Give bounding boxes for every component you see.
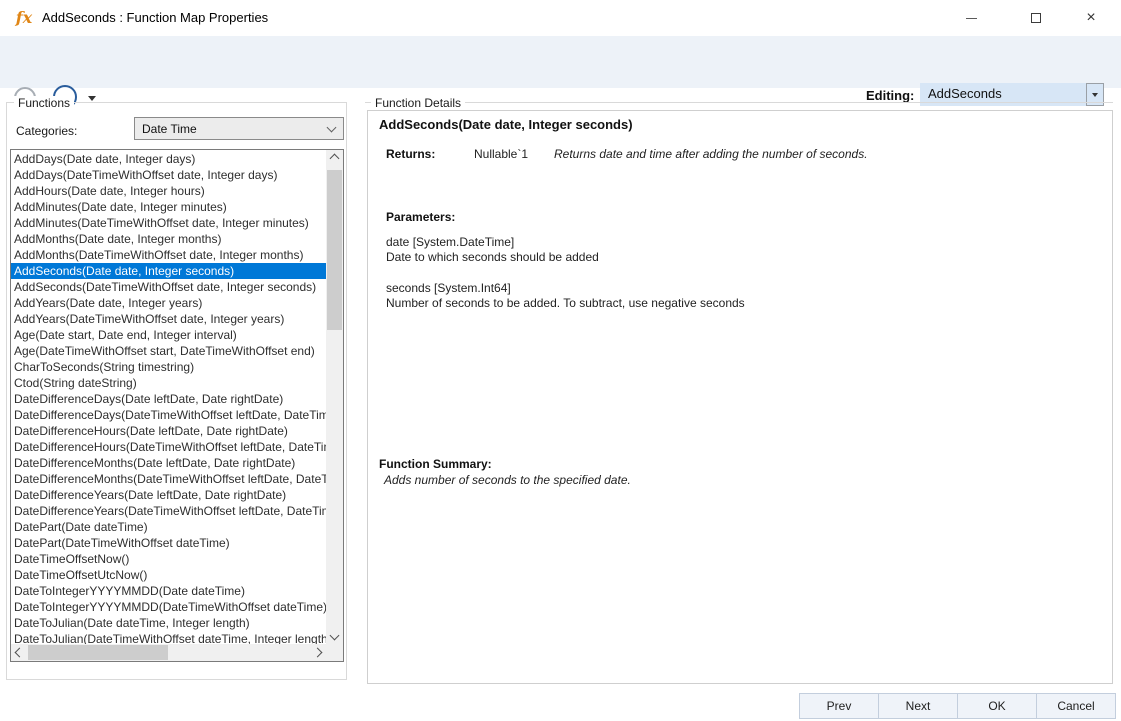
toolbar: ← → Editing: AddSeconds bbox=[0, 36, 1121, 88]
returns-description: Returns date and time after adding the n… bbox=[554, 147, 868, 161]
list-item[interactable]: AddMonths(DateTimeWithOffset date, Integ… bbox=[11, 247, 326, 263]
horizontal-scrollbar-thumb[interactable] bbox=[28, 645, 168, 660]
function-summary-label: Function Summary: bbox=[379, 457, 492, 471]
list-item[interactable]: Age(Date start, Date end, Integer interv… bbox=[11, 327, 326, 343]
function-summary-text: Adds number of seconds to the specified … bbox=[384, 473, 631, 487]
list-item[interactable]: AddMinutes(Date date, Integer minutes) bbox=[11, 199, 326, 215]
footer-button-bar: PrevNextOKCancel bbox=[799, 693, 1116, 719]
close-icon: × bbox=[1086, 10, 1095, 26]
list-item[interactable]: DateDifferenceYears(DateTimeWithOffset l… bbox=[11, 503, 326, 519]
vertical-scrollbar[interactable] bbox=[326, 150, 343, 644]
list-item[interactable]: AddMinutes(DateTimeWithOffset date, Inte… bbox=[11, 215, 326, 231]
categories-combobox[interactable]: Date Time bbox=[134, 117, 344, 140]
list-item[interactable]: AddHours(Date date, Integer hours) bbox=[11, 183, 326, 199]
function-list: AddDays(Date date, Integer days)AddDays(… bbox=[11, 151, 326, 644]
editing-label: Editing: bbox=[866, 88, 914, 103]
prev-button[interactable]: Prev bbox=[799, 693, 879, 719]
cancel-button[interactable]: Cancel bbox=[1036, 693, 1116, 719]
parameter-entry: seconds [System.Int64]Number of seconds … bbox=[386, 281, 1102, 311]
parameter-declaration: date [System.DateTime] bbox=[386, 235, 1102, 250]
list-item[interactable]: DatePart(DateTimeWithOffset dateTime) bbox=[11, 535, 326, 551]
list-item[interactable]: AddDays(DateTimeWithOffset date, Integer… bbox=[11, 167, 326, 183]
maximize-icon bbox=[1031, 13, 1041, 23]
dropdown-arrow-icon bbox=[1092, 93, 1098, 97]
scroll-left-button[interactable] bbox=[11, 644, 28, 661]
list-item[interactable]: DatePart(Date dateTime) bbox=[11, 519, 326, 535]
list-item[interactable]: DateDifferenceHours(Date leftDate, Date … bbox=[11, 423, 326, 439]
title-bar: fx AddSeconds : Function Map Properties … bbox=[0, 0, 1121, 36]
list-item[interactable]: DateDifferenceDays(Date leftDate, Date r… bbox=[11, 391, 326, 407]
list-item[interactable]: DateToJulian(Date dateTime, Integer leng… bbox=[11, 615, 326, 631]
chevron-down-icon bbox=[330, 631, 340, 641]
returns-label: Returns: bbox=[386, 147, 435, 161]
horizontal-scrollbar[interactable] bbox=[11, 644, 326, 661]
list-item[interactable]: AddYears(Date date, Integer years) bbox=[11, 295, 326, 311]
details-group-label: Function Details bbox=[371, 96, 465, 110]
chevron-left-icon bbox=[15, 648, 25, 658]
parameters-label: Parameters: bbox=[386, 210, 455, 224]
scrollbar-corner bbox=[326, 644, 343, 661]
function-details-panel: AddSeconds(Date date, Integer seconds) R… bbox=[367, 110, 1113, 684]
list-item[interactable]: DateToIntegerYYYYMMDD(Date dateTime) bbox=[11, 583, 326, 599]
list-item[interactable]: DateTimeOffsetNow() bbox=[11, 551, 326, 567]
returns-type: Nullable`1 bbox=[474, 147, 528, 161]
function-listbox: AddDays(Date date, Integer days)AddDays(… bbox=[10, 149, 344, 662]
parameters-list: date [System.DateTime]Date to which seco… bbox=[386, 235, 1102, 327]
list-item[interactable]: AddDays(Date date, Integer days) bbox=[11, 151, 326, 167]
details-groupbox-line bbox=[365, 102, 1113, 103]
parameter-description: Date to which seconds should be added bbox=[386, 250, 1102, 265]
list-item[interactable]: DateDifferenceMonths(DateTimeWithOffset … bbox=[11, 471, 326, 487]
list-item[interactable]: DateDifferenceHours(DateTimeWithOffset l… bbox=[11, 439, 326, 455]
list-item[interactable]: DateDifferenceMonths(Date leftDate, Date… bbox=[11, 455, 326, 471]
parameter-entry: date [System.DateTime]Date to which seco… bbox=[386, 235, 1102, 265]
maximize-button[interactable] bbox=[1013, 0, 1059, 36]
chevron-right-icon bbox=[313, 648, 323, 658]
list-item[interactable]: DateToJulian(DateTimeWithOffset dateTime… bbox=[11, 631, 326, 644]
categories-label: Categories: bbox=[16, 124, 77, 138]
list-item[interactable]: Age(DateTimeWithOffset start, DateTimeWi… bbox=[11, 343, 326, 359]
minimize-icon bbox=[966, 18, 977, 19]
list-item[interactable]: DateToIntegerYYYYMMDD(DateTimeWithOffset… bbox=[11, 599, 326, 615]
functions-group-label: Functions bbox=[14, 96, 74, 110]
list-item[interactable]: Ctod(String dateString) bbox=[11, 375, 326, 391]
list-item[interactable]: AddYears(DateTimeWithOffset date, Intege… bbox=[11, 311, 326, 327]
ok-button[interactable]: OK bbox=[957, 693, 1037, 719]
list-item[interactable]: DateDifferenceYears(Date leftDate, Date … bbox=[11, 487, 326, 503]
list-item[interactable]: DateTimeOffsetUtcNow() bbox=[11, 567, 326, 583]
vertical-scrollbar-thumb[interactable] bbox=[327, 170, 342, 330]
list-item[interactable]: CharToSeconds(String timestring) bbox=[11, 359, 326, 375]
scroll-up-button[interactable] bbox=[326, 150, 343, 167]
chevron-down-icon bbox=[327, 123, 337, 133]
window-title: AddSeconds : Function Map Properties bbox=[42, 10, 268, 25]
chevron-up-icon bbox=[330, 154, 340, 164]
list-item[interactable]: AddSeconds(DateTimeWithOffset date, Inte… bbox=[11, 279, 326, 295]
parameter-declaration: seconds [System.Int64] bbox=[386, 281, 1102, 296]
function-signature: AddSeconds(Date date, Integer seconds) bbox=[379, 117, 633, 132]
list-item[interactable]: AddMonths(Date date, Integer months) bbox=[11, 231, 326, 247]
scroll-down-button[interactable] bbox=[326, 627, 343, 644]
parameter-description: Number of seconds to be added. To subtra… bbox=[386, 296, 1102, 311]
forward-dropdown-caret-icon[interactable] bbox=[88, 96, 96, 101]
list-item[interactable]: AddSeconds(Date date, Integer seconds) bbox=[11, 263, 326, 279]
function-fx-icon: fx bbox=[13, 7, 35, 29]
list-item[interactable]: DateDifferenceDays(DateTimeWithOffset le… bbox=[11, 407, 326, 423]
close-button[interactable]: × bbox=[1068, 0, 1114, 36]
next-button[interactable]: Next bbox=[878, 693, 958, 719]
editing-value: AddSeconds bbox=[928, 86, 1002, 101]
minimize-button[interactable] bbox=[948, 0, 994, 36]
scroll-right-button[interactable] bbox=[309, 644, 326, 661]
categories-value: Date Time bbox=[142, 122, 197, 136]
